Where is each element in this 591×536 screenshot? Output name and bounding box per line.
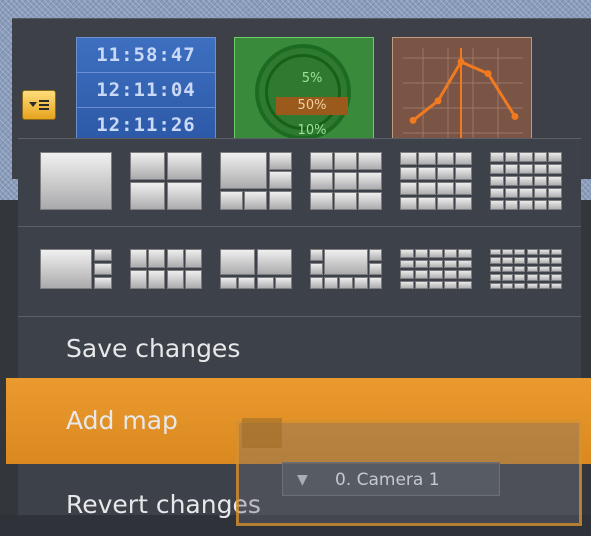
- event-time: 11:58:47: [77, 38, 215, 73]
- chart-point: [409, 116, 417, 124]
- chart-point: [457, 58, 465, 66]
- chart-tile[interactable]: [392, 37, 532, 147]
- layout-grid-row: [18, 138, 581, 229]
- layout-option-2plus8[interactable]: [220, 249, 292, 289]
- stat-value: 50%: [297, 98, 327, 113]
- menu-list-icon: [29, 100, 49, 110]
- menu-toggle-button[interactable]: [22, 90, 56, 120]
- menu-divider: [18, 316, 581, 317]
- chart-series-line: [412, 59, 517, 122]
- layout-option-1plus5[interactable]: [220, 152, 292, 210]
- event-tile[interactable]: 11:58:47 12:11:04 12:11:26: [76, 37, 216, 147]
- camera-drag-chip[interactable]: ▼ 0. Camera 1: [282, 462, 500, 496]
- chart-thumbnail: [403, 48, 523, 138]
- statistics-tile[interactable]: 5% 50% 10%: [234, 37, 374, 147]
- drag-corner: [242, 418, 282, 448]
- chart-point: [434, 97, 442, 105]
- chart-point: [484, 70, 492, 78]
- layout-option-1x1[interactable]: [40, 152, 112, 210]
- stat-value: 5%: [301, 71, 323, 86]
- layout-option-2x2[interactable]: [130, 152, 202, 210]
- event-time: 12:11:04: [77, 73, 215, 108]
- chevron-down-icon: ▼: [297, 472, 308, 488]
- layout-option-4x5[interactable]: [400, 249, 472, 289]
- stat-ring: 5% 50% 10%: [255, 44, 351, 140]
- stat-value: 10%: [297, 123, 327, 138]
- camera-label: 0. Camera 1: [335, 470, 440, 490]
- layout-option-1plus12[interactable]: [310, 249, 382, 289]
- layout-option-5x5[interactable]: [490, 152, 562, 210]
- layout-option-2x4[interactable]: [130, 249, 202, 289]
- layout-grid-row: [18, 226, 581, 317]
- save-changes-item[interactable]: Save changes: [18, 318, 581, 380]
- layout-option-3x3[interactable]: [310, 152, 382, 210]
- layout-option-4x4[interactable]: [400, 152, 472, 210]
- chart-point: [511, 113, 519, 120]
- layout-option-1plus7[interactable]: [40, 249, 112, 289]
- layout-option-5x6[interactable]: [490, 249, 562, 289]
